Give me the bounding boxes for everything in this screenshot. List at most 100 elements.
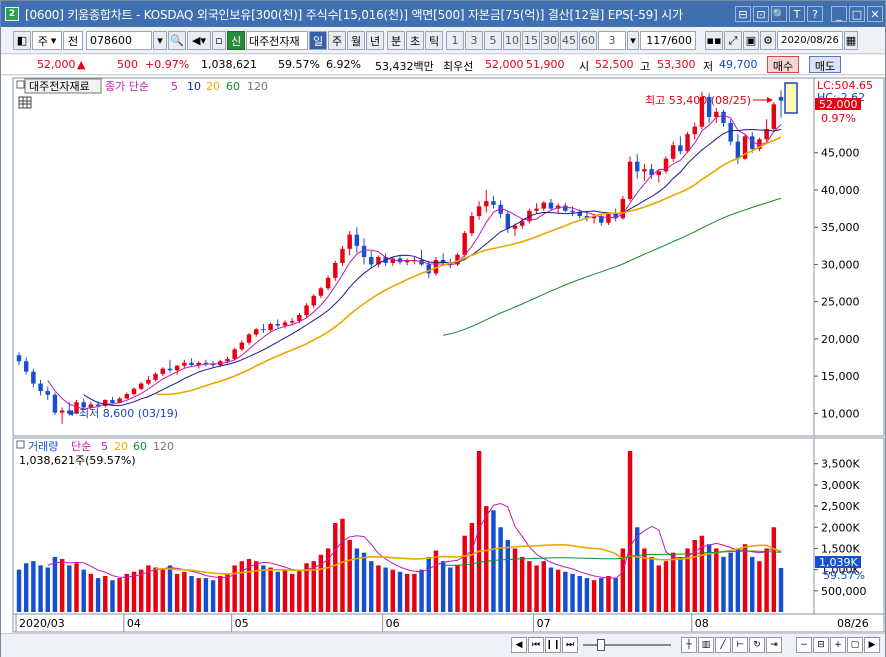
zoom-out-icon[interactable]: − <box>796 637 812 653</box>
volume-bar <box>505 539 511 612</box>
sound-icon[interactable]: ◀▾ <box>187 31 211 50</box>
volume-bar <box>742 544 748 612</box>
buy-button[interactable]: 매수 <box>767 56 799 73</box>
interval-15[interactable]: 15 <box>522 31 540 50</box>
time-tick-label: 04 <box>127 617 141 630</box>
scroll-left-icon[interactable]: ◀ <box>511 637 527 653</box>
candle-body <box>347 234 352 249</box>
volume-bar <box>311 561 316 612</box>
window-icon[interactable]: ⊡ <box>753 6 769 22</box>
close-icon[interactable]: ✕ <box>867 6 883 22</box>
candle-body <box>138 383 144 389</box>
volume-bar <box>282 569 288 612</box>
volume-bar <box>45 567 50 612</box>
zoom-reset-icon[interactable]: ⊟ <box>813 637 829 653</box>
volume-bar <box>735 548 741 612</box>
volume-bar <box>584 578 590 612</box>
overlay-icon[interactable]: ▪▪ <box>705 31 723 50</box>
table-view-icon[interactable] <box>18 96 32 109</box>
tool-icon[interactable]: ⤢ <box>724 31 742 50</box>
interval-10[interactable]: 10 <box>503 31 521 50</box>
measure-icon[interactable]: ⊢ <box>732 637 748 653</box>
ma-legend-20: 20 <box>206 80 220 93</box>
candle-body <box>570 210 575 213</box>
code-dropdown-icon[interactable]: ▾ <box>153 31 167 50</box>
maximize-icon[interactable]: □ <box>849 6 865 22</box>
zoom-in-icon[interactable]: + <box>830 637 846 653</box>
candle-body <box>45 391 50 395</box>
zoom-fit-icon[interactable]: ▢ <box>847 637 863 653</box>
volume-bar <box>153 567 158 612</box>
tab-tick[interactable]: 틱 <box>425 31 443 50</box>
chart-type-icon[interactable]: ▥ <box>698 637 714 653</box>
history-icon[interactable]: ▫ <box>212 31 226 50</box>
high-price: 53,300 <box>657 58 696 71</box>
layout-icon[interactable]: ⊟ <box>735 6 751 22</box>
save-icon[interactable]: ▣ <box>743 31 759 50</box>
candle-body <box>275 324 281 326</box>
minimize-icon[interactable]: _ <box>831 6 847 22</box>
tab-month[interactable]: 월 <box>347 31 365 50</box>
volume-bar <box>88 573 94 612</box>
current-price: 52,000 <box>37 58 76 71</box>
interval-dropdown-icon[interactable]: ▾ <box>627 31 639 50</box>
code-input[interactable]: 078600 <box>86 31 152 50</box>
panel-toggle-icon[interactable] <box>16 80 25 89</box>
scroll-start-icon[interactable]: ⏮ <box>528 637 544 653</box>
candle-body <box>325 277 331 289</box>
current-price-tag: 52,000 <box>819 98 858 111</box>
volume-bar <box>649 556 654 612</box>
crosshair-icon[interactable]: ┼ <box>681 637 697 653</box>
candle-body <box>728 122 733 142</box>
zoom-slider-thumb[interactable] <box>597 639 605 651</box>
new-badge[interactable]: 신 <box>227 31 245 50</box>
volume-bar <box>412 573 417 612</box>
volume-bar <box>455 565 460 612</box>
volume-current-tag: 1,039K <box>819 556 858 569</box>
scroll-right-icon[interactable]: ▶ <box>864 637 880 653</box>
sell-button[interactable]: 매도 <box>809 56 841 73</box>
line-tool-icon[interactable]: ╱ <box>715 637 731 653</box>
time-axis-right-label: 08/26 <box>837 617 869 630</box>
interval-60[interactable]: 60 <box>579 31 597 50</box>
tab-year[interactable]: 년 <box>366 31 384 50</box>
tab-week[interactable]: 주 <box>328 31 346 50</box>
volume-bar <box>714 548 719 612</box>
calendar-icon[interactable]: ▦ <box>844 31 858 50</box>
settings-icon[interactable]: ⚙ <box>760 31 776 50</box>
search-stock-icon[interactable]: 🔍 <box>168 31 186 50</box>
volume-bar <box>376 565 381 612</box>
scroll-end-icon[interactable]: ⏭ <box>562 637 578 653</box>
candle-body <box>548 202 554 209</box>
interval-5[interactable]: 5 <box>484 31 502 50</box>
candle-body <box>232 349 237 360</box>
date-field[interactable]: 2020/08/26 <box>777 31 843 50</box>
search-icon[interactable]: 🔍 <box>771 6 787 22</box>
all-market-button[interactable]: 전 <box>63 31 83 50</box>
volume-bar <box>778 567 784 612</box>
chart-canvas[interactable]: 45,000 40,000 35,000 30,000 25,000 20,000 15,0… <box>1 76 885 633</box>
help-icon[interactable]: ? <box>807 6 823 22</box>
tab-second[interactable]: 초 <box>406 31 424 50</box>
candle-body <box>778 96 784 101</box>
period-select[interactable]: 주 ▼ <box>32 31 62 50</box>
chart-area[interactable]: 45,000 40,000 35,000 30,000 25,000 20,000 15,0… <box>1 76 885 633</box>
step-icon[interactable]: ⇥ <box>766 637 782 653</box>
text-icon[interactable]: T <box>789 6 805 22</box>
main-toolbar: ◧ 주 ▼ 전 078600 ▾ 🔍 ◀▾ ▫ 신 대주전자재 일 주 월 년 분… <box>1 28 885 54</box>
interval-30[interactable]: 30 <box>541 31 559 50</box>
tab-day[interactable]: 일 <box>309 31 327 50</box>
interval-1[interactable]: 1 <box>446 31 464 50</box>
volume-panel-toggle-icon[interactable] <box>16 440 25 449</box>
candle-count-field[interactable]: 117/600 <box>640 31 696 50</box>
refresh-icon[interactable]: ↻ <box>749 637 765 653</box>
interval-3[interactable]: 3 <box>465 31 483 50</box>
up-arrow-icon: ▲ <box>77 58 86 71</box>
interval-45[interactable]: 45 <box>560 31 578 50</box>
pause-icon[interactable]: ❙❙ <box>545 637 561 653</box>
layout-menu-icon[interactable]: ◧ <box>13 31 31 50</box>
volume-bar <box>555 569 561 612</box>
interval-select[interactable]: 3 <box>598 31 626 50</box>
volume-bar <box>469 523 475 612</box>
tab-minute[interactable]: 분 <box>387 31 405 50</box>
